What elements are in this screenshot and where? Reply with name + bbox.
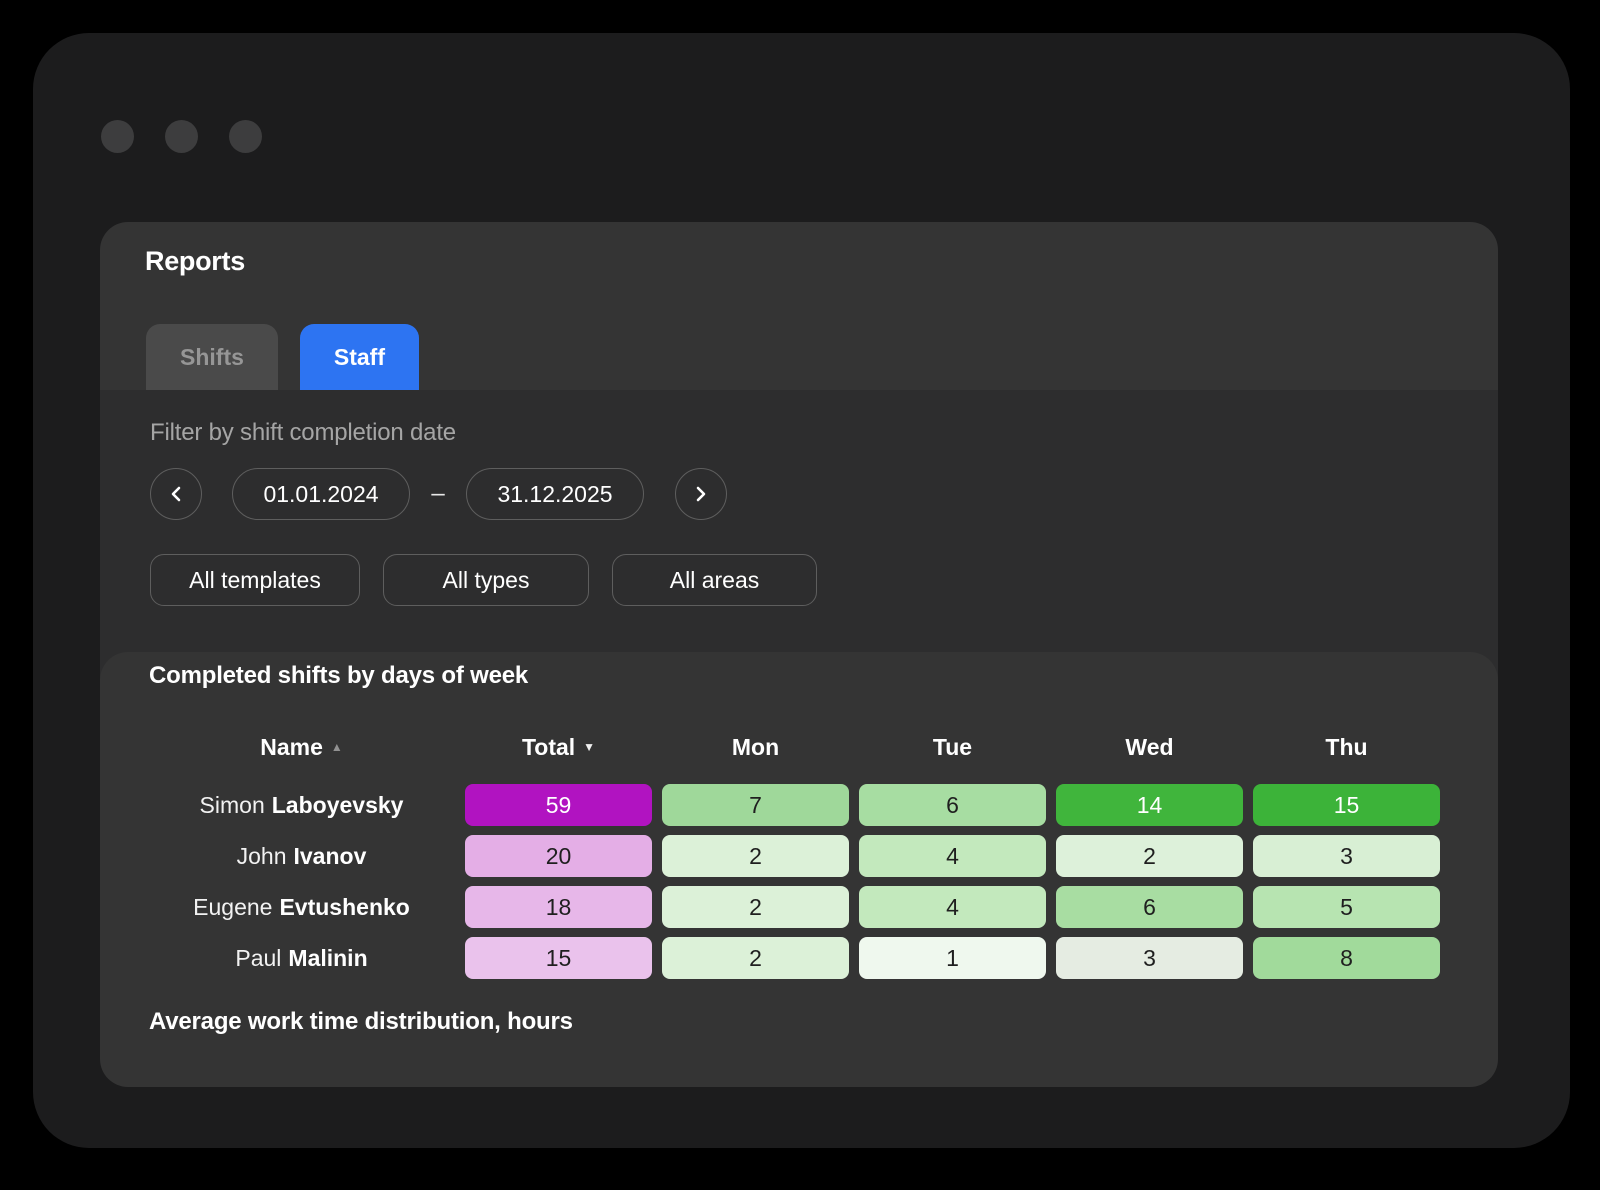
column-header-label: Tue: [933, 734, 972, 761]
value-cell: 18: [465, 886, 652, 928]
value-cell: 2: [662, 937, 849, 979]
section-title: Completed shifts by days of week: [149, 662, 528, 690]
table-row-name: Paul Malinin: [148, 937, 455, 979]
value-cell: 7: [662, 784, 849, 826]
value-cell: 14: [1056, 784, 1243, 826]
table-row-name: Eugene Evtushenko: [148, 886, 455, 928]
table-card: Completed shifts by days of week Name ▲ …: [100, 652, 1498, 1087]
value-cell: 6: [859, 784, 1046, 826]
chevron-left-icon: [169, 486, 183, 502]
window-controls: [101, 120, 262, 153]
column-header-tue[interactable]: Tue: [859, 734, 1046, 761]
tab-shifts[interactable]: Shifts: [146, 324, 278, 390]
date-range-row: 01.01.2024 – 31.12.2025: [150, 468, 727, 520]
column-header-label: Thu: [1325, 734, 1367, 761]
filter-buttons-row: All templates All types All areas: [150, 554, 817, 606]
table-header: Name ▲ Total ▼ Mon Tue Wed Thu: [148, 733, 1445, 761]
first-name: John: [237, 843, 287, 870]
chevron-right-icon: [694, 486, 708, 502]
last-name: Ivanov: [294, 843, 367, 870]
value-cell: 3: [1056, 937, 1243, 979]
date-from-field[interactable]: 01.01.2024: [232, 468, 410, 520]
footer-title: Average work time distribution, hours: [149, 1008, 573, 1036]
value-cell: 4: [859, 835, 1046, 877]
value-cell: 59: [465, 784, 652, 826]
page-background: Reports Shifts Staff Filter by shift com…: [0, 0, 1600, 1190]
table-row-name: Simon Laboyevsky: [148, 784, 455, 826]
triangle-up-icon: ▲: [331, 741, 343, 753]
last-name: Malinin: [288, 945, 367, 972]
column-header-label: Mon: [732, 734, 779, 761]
filter-label: Filter by shift completion date: [150, 419, 456, 447]
filter-section: Filter by shift completion date 01.01.20…: [100, 390, 1498, 680]
value-cell: 5: [1253, 886, 1440, 928]
column-header-mon[interactable]: Mon: [662, 734, 849, 761]
column-header-total[interactable]: Total ▼: [465, 734, 652, 761]
last-name: Laboyevsky: [272, 792, 404, 819]
tab-bar: Shifts Staff: [146, 324, 419, 390]
column-header-label: Total: [522, 734, 575, 761]
first-name: Simon: [200, 792, 265, 819]
column-header-label: Name: [260, 734, 323, 761]
value-cell: 2: [1056, 835, 1243, 877]
value-cell: 8: [1253, 937, 1440, 979]
value-cell: 15: [1253, 784, 1440, 826]
column-header-wed[interactable]: Wed: [1056, 734, 1243, 761]
filter-all-templates-button[interactable]: All templates: [150, 554, 360, 606]
value-cell: 6: [1056, 886, 1243, 928]
filter-all-areas-button[interactable]: All areas: [612, 554, 817, 606]
window-dot-icon[interactable]: [229, 120, 262, 153]
first-name: Eugene: [193, 894, 272, 921]
value-cell: 4: [859, 886, 1046, 928]
first-name: Paul: [235, 945, 281, 972]
shifts-table-body: SimonLaboyevsky59761415JohnIvanov202423E…: [148, 784, 1445, 979]
value-cell: 1: [859, 937, 1046, 979]
value-cell: 2: [662, 886, 849, 928]
column-header-name[interactable]: Name ▲: [148, 734, 455, 761]
range-separator: –: [426, 480, 450, 508]
triangle-down-icon: ▼: [583, 741, 595, 753]
last-name: Evtushenko: [279, 894, 409, 921]
page-title: Reports: [145, 246, 245, 277]
window-dot-icon[interactable]: [101, 120, 134, 153]
column-header-thu[interactable]: Thu: [1253, 734, 1440, 761]
tab-staff[interactable]: Staff: [300, 324, 419, 390]
window-dot-icon[interactable]: [165, 120, 198, 153]
column-header-label: Wed: [1125, 734, 1173, 761]
prev-period-button[interactable]: [150, 468, 202, 520]
date-to-field[interactable]: 31.12.2025: [466, 468, 644, 520]
app-window: Reports Shifts Staff Filter by shift com…: [33, 33, 1570, 1148]
table-row-name: John Ivanov: [148, 835, 455, 877]
filter-all-types-button[interactable]: All types: [383, 554, 589, 606]
next-period-button[interactable]: [675, 468, 727, 520]
value-cell: 2: [662, 835, 849, 877]
value-cell: 15: [465, 937, 652, 979]
value-cell: 3: [1253, 835, 1440, 877]
value-cell: 20: [465, 835, 652, 877]
reports-card: Reports Shifts Staff: [100, 222, 1498, 390]
